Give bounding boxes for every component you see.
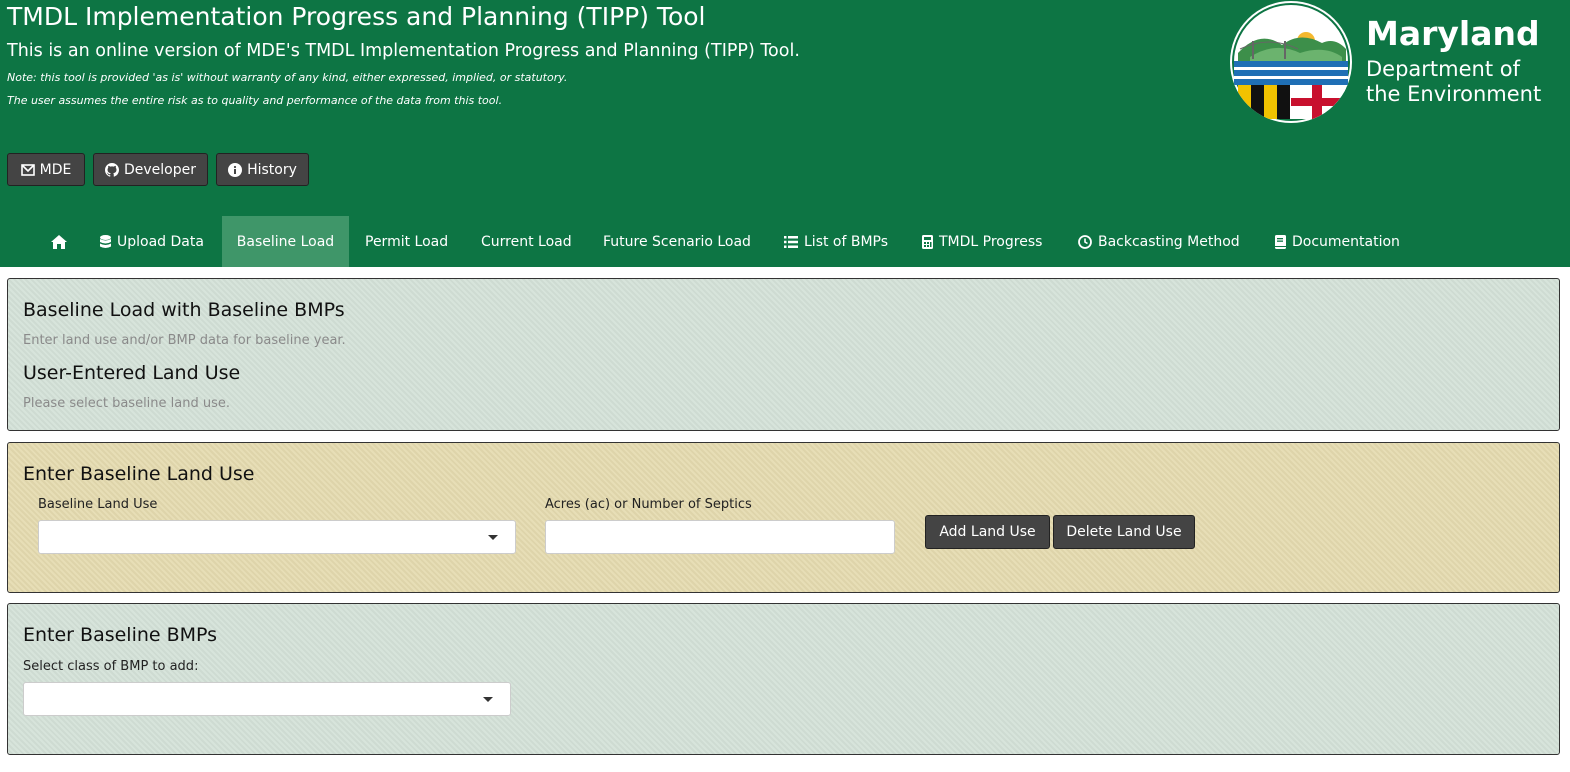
add-land-use-button[interactable]: Add Land Use [925, 515, 1050, 549]
logo-environment-text: the Environment [1366, 82, 1542, 106]
mde-button[interactable]: MDE [7, 153, 85, 186]
chevron-down-icon [483, 697, 493, 702]
logo-maryland-text: Maryland [1366, 14, 1540, 53]
bmp-class-label: Select class of BMP to add: [23, 659, 199, 674]
bmp-class-select[interactable] [23, 682, 511, 716]
tab-list-of-bmps[interactable]: List of BMPs [784, 216, 888, 267]
logo-department-text: Department of [1366, 57, 1520, 81]
panel-title: Baseline Load with Baseline BMPs [23, 299, 345, 321]
baseline-info-panel: Baseline Load with Baseline BMPs Enter l… [7, 278, 1560, 431]
app-header: TMDL Implementation Progress and Plannin… [0, 0, 1570, 267]
app-subtitle: This is an online version of MDE's TMDL … [7, 41, 800, 61]
tab-label: TMDL Progress [939, 233, 1043, 250]
panel-title: Enter Baseline BMPs [23, 624, 218, 646]
tab-current-load[interactable]: Current Load [481, 216, 572, 267]
enter-bmps-panel: Enter Baseline BMPs Select class of BMP … [7, 603, 1560, 755]
section-subtitle: User-Entered Land Use [23, 362, 241, 384]
acres-label: Acres (ac) or Number of Septics [545, 497, 752, 512]
developer-button-label: Developer [123, 161, 196, 178]
tab-documentation[interactable]: Documentation [1275, 216, 1400, 267]
acres-input[interactable] [545, 520, 895, 554]
tab-future-scenario-load[interactable]: Future Scenario Load [603, 216, 751, 267]
list-icon [784, 235, 798, 248]
tab-label: Permit Load [365, 233, 449, 250]
tab-label: Backcasting Method [1098, 233, 1240, 250]
tab-upload-data[interactable]: Upload Data [100, 216, 204, 267]
tab-label: Upload Data [117, 233, 204, 250]
clock-icon [1078, 234, 1092, 249]
envelope-icon [20, 163, 35, 176]
tab-backcasting-method[interactable]: Backcasting Method [1078, 216, 1240, 267]
github-icon [104, 162, 119, 177]
panel-title: Enter Baseline Land Use [23, 463, 255, 485]
land-use-label: Baseline Land Use [38, 497, 158, 512]
section-help-text: Please select baseline land use. [23, 396, 231, 411]
mde-button-label: MDE [39, 161, 72, 178]
tab-permit-load[interactable]: Permit Load [365, 216, 448, 267]
tab-label: Future Scenario Load [603, 233, 751, 250]
delete-land-use-button[interactable]: Delete Land Use [1053, 515, 1195, 549]
history-button-label: History [247, 161, 297, 178]
app-title: TMDL Implementation Progress and Plannin… [7, 2, 706, 31]
history-button[interactable]: History [216, 153, 309, 186]
chevron-down-icon [488, 535, 498, 540]
info-circle-icon [228, 162, 243, 177]
land-use-select[interactable] [38, 520, 516, 554]
panel-help-text: Enter land use and/or BMP data for basel… [23, 333, 346, 348]
home-icon [51, 234, 67, 249]
tab-label: Current Load [481, 233, 572, 250]
main-nav: Upload Data Baseline Load Permit Load Cu… [0, 216, 1570, 267]
tab-home[interactable] [36, 216, 82, 267]
enter-land-use-panel: Enter Baseline Land Use Baseline Land Us… [7, 442, 1560, 593]
tab-label: Baseline Load [236, 233, 335, 250]
tab-tmdl-progress[interactable]: TMDL Progress [922, 216, 1042, 267]
database-icon [100, 234, 111, 248]
tab-label: List of BMPs [804, 233, 889, 250]
tab-baseline-load[interactable]: Baseline Load [222, 216, 349, 267]
developer-button[interactable]: Developer [93, 153, 208, 186]
mde-logo [1230, 1, 1352, 123]
book-icon [1275, 234, 1286, 249]
disclaimer-note: Note: this tool is provided 'as is' with… [7, 71, 568, 84]
calculator-icon [922, 234, 933, 249]
tab-label: Documentation [1292, 233, 1400, 250]
disclaimer-risk-note: The user assumes the entire risk as to q… [7, 94, 503, 107]
